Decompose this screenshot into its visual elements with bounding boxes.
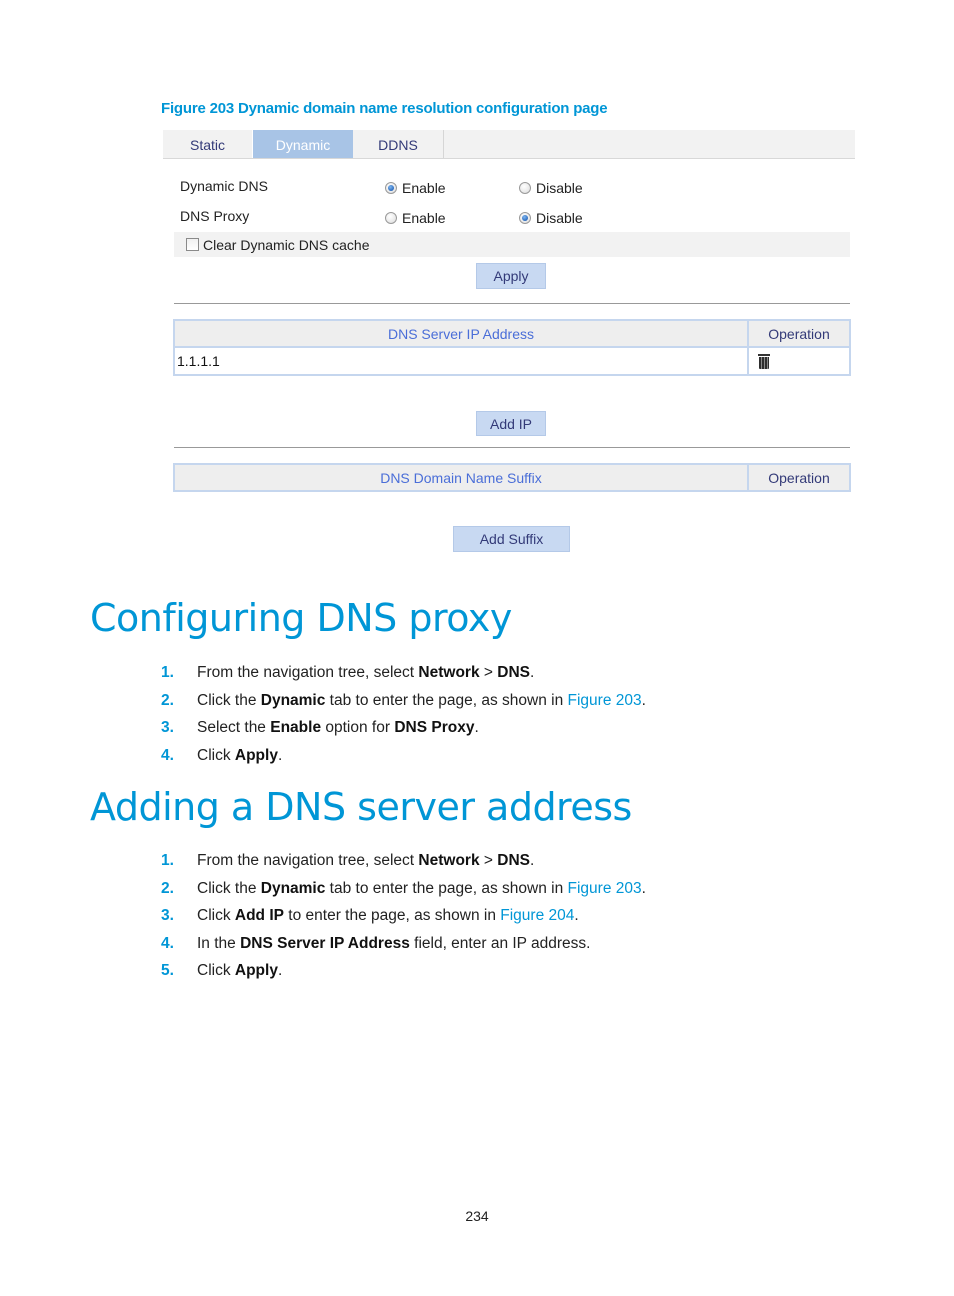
bold-term: DNS xyxy=(497,852,530,869)
clear-cache-label: Clear Dynamic DNS cache xyxy=(203,236,370,253)
step-number: 3. xyxy=(161,719,174,736)
section-heading-adding-dns-server: Adding a DNS server address xyxy=(90,785,632,829)
bold-term: Dynamic xyxy=(260,691,326,709)
tab-static[interactable]: Static xyxy=(163,130,253,158)
step-text: Click Apply. xyxy=(197,746,283,764)
radio-label: Disable xyxy=(536,210,583,226)
step-text: Select the Enable option for DNS Proxy. xyxy=(197,719,479,736)
dynamic-dns-label: Dynamic DNS xyxy=(180,178,268,194)
step-text: From the navigation tree, select Network… xyxy=(197,664,535,681)
step-text: Click the Dynamic tab to enter the page,… xyxy=(197,691,646,709)
bold-term: Apply xyxy=(234,962,278,979)
radio-label: Enable xyxy=(402,210,446,226)
dns-proxy-enable-radio[interactable]: Enable xyxy=(385,210,446,226)
radio-selected-icon[interactable] xyxy=(519,212,531,224)
dns-server-ip-cell: 1.1.1.1 xyxy=(173,346,749,376)
step-number: 2. xyxy=(161,879,174,897)
apply-button[interactable]: Apply xyxy=(476,263,546,289)
radio-label: Disable xyxy=(536,180,583,196)
figure-caption: Figure 203 Dynamic domain name resolutio… xyxy=(161,100,608,117)
dns-suffix-table: DNS Domain Name Suffix Operation xyxy=(173,463,851,492)
add-ip-button[interactable]: Add IP xyxy=(476,411,546,436)
table-row: 1.1.1.1 xyxy=(173,346,851,376)
step-text: In the DNS Server IP Address field, ente… xyxy=(197,934,591,952)
step-text: From the navigation tree, select Network… xyxy=(197,852,535,869)
dns-server-table: DNS Server IP Address Operation 1.1.1.1 xyxy=(173,319,851,376)
step-number: 4. xyxy=(161,934,174,952)
column-header-operation: Operation xyxy=(747,463,851,492)
divider xyxy=(174,303,850,304)
column-header-dns-server-ip: DNS Server IP Address xyxy=(173,319,749,348)
step-number: 5. xyxy=(161,962,174,979)
figure-link[interactable]: Figure 203 xyxy=(568,880,642,897)
bold-term: DNS Server IP Address xyxy=(240,934,410,952)
bold-term: Enable xyxy=(270,719,322,736)
radio-label: Enable xyxy=(402,180,446,196)
column-header-dns-domain-name-suffix: DNS Domain Name Suffix xyxy=(173,463,749,492)
dns-proxy-label: DNS Proxy xyxy=(180,208,250,224)
bold-term: DNS xyxy=(497,664,530,681)
clear-cache-row: Clear Dynamic DNS cache xyxy=(174,232,850,257)
divider xyxy=(174,447,850,448)
tab-dynamic[interactable]: Dynamic xyxy=(253,130,353,158)
step-text: Click Add IP to enter the page, as shown… xyxy=(197,907,579,924)
bold-term: Apply xyxy=(234,746,278,764)
bold-term: DNS Proxy xyxy=(394,719,475,736)
column-header-operation: Operation xyxy=(747,319,851,348)
tab-ddns[interactable]: DDNS xyxy=(353,130,444,158)
operation-cell xyxy=(747,346,851,376)
page-number: 234 xyxy=(465,1208,489,1224)
clear-cache-checkbox[interactable] xyxy=(186,238,199,251)
step-number: 2. xyxy=(161,691,174,709)
section-heading-configuring-dns-proxy: Configuring DNS proxy xyxy=(90,596,512,640)
radio-unselected-icon[interactable] xyxy=(519,182,531,194)
figure-link[interactable]: Figure 204 xyxy=(500,907,574,924)
bold-term: Network xyxy=(418,852,480,869)
dns-proxy-disable-radio[interactable]: Disable xyxy=(519,210,583,226)
step-number: 1. xyxy=(161,664,174,681)
step-number: 4. xyxy=(161,746,174,764)
add-suffix-button[interactable]: Add Suffix xyxy=(453,526,570,552)
tab-bar: Static Dynamic DDNS xyxy=(163,130,855,159)
step-number: 3. xyxy=(161,907,174,924)
dynamic-dns-disable-radio[interactable]: Disable xyxy=(519,180,583,196)
bold-term: Dynamic xyxy=(260,879,326,897)
radio-unselected-icon[interactable] xyxy=(385,212,397,224)
trash-icon[interactable] xyxy=(758,354,770,369)
step-text: Click Apply. xyxy=(197,962,283,979)
step-text: Click the Dynamic tab to enter the page,… xyxy=(197,879,646,897)
bold-term: Network xyxy=(418,664,480,681)
dynamic-dns-enable-radio[interactable]: Enable xyxy=(385,180,446,196)
figure-link[interactable]: Figure 203 xyxy=(568,692,642,709)
bold-term: Add IP xyxy=(234,907,284,924)
step-number: 1. xyxy=(161,852,174,869)
radio-selected-icon[interactable] xyxy=(385,182,397,194)
